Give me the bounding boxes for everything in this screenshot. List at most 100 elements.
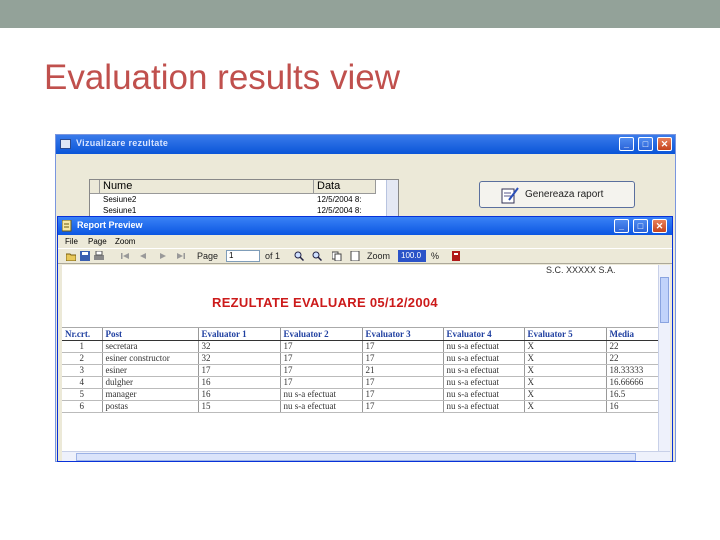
table-cell: 17 [361, 388, 443, 401]
table-cell: 32 [197, 352, 280, 365]
horizontal-scrollbar[interactable] [62, 451, 670, 461]
table-cell: nu s-a efectuat [442, 400, 524, 413]
table-cell: nu s-a efectuat [442, 376, 524, 389]
print-icon[interactable] [94, 251, 104, 261]
slide-title: Evaluation results view [44, 58, 400, 97]
table-header-row: Nr.crt. Post Evaluator 1 Evaluator 2 Evaluat… [62, 327, 658, 341]
grid-corner [90, 180, 100, 194]
zoom-label: Zoom [367, 251, 391, 261]
session-date[interactable]: 12/5/2004 8: [317, 194, 361, 205]
exit-icon[interactable] [451, 251, 461, 261]
table-cell: nu s-a efectuat [442, 364, 524, 377]
table-cell: manager [101, 388, 198, 401]
toolbar: Page 1 of 1 Zoom 100.0 % [58, 248, 672, 264]
table-cell: 4 [62, 376, 102, 389]
page-count-label: of 1 [265, 251, 281, 261]
table-row: 6 postas 15 nu s-a efectuat 17 nu s-a efectua… [62, 400, 658, 413]
table-cell: X [523, 364, 606, 377]
column-header: Evaluator 1 [197, 327, 280, 341]
table-cell: X [523, 340, 606, 353]
table-row: 1 secretara 32 17 17 nu s-a efectuat X 22 [62, 340, 658, 353]
table-row: 4 dulgher 16 17 17 nu s-a efectuat X 16.66666 [62, 376, 658, 389]
session-date[interactable]: 12/5/2004 8: [317, 205, 361, 216]
report-preview-titlebar[interactable]: Report Preview _ □ ✕ [58, 217, 672, 235]
table-cell: 6 [62, 400, 102, 413]
report-preview-title: Report Preview [77, 220, 143, 230]
report-preview-window: Report Preview _ □ ✕ File Page Zoom Page… [57, 216, 673, 462]
report-preview-icon [62, 220, 72, 232]
maximize-button[interactable]: □ [638, 137, 653, 151]
table-cell: 17 [279, 364, 362, 377]
report-heading: REZULTATE EVALUARE 05/12/2004 [212, 295, 438, 310]
open-icon[interactable] [66, 251, 76, 261]
close-button[interactable]: ✕ [657, 137, 672, 151]
table-cell: nu s-a efectuat [442, 352, 524, 365]
table-body: 1 secretara 32 17 17 nu s-a efectuat X 22 2 esine… [62, 340, 658, 413]
sessions-grid[interactable]: Nume Data Sesiune2 12/5/2004 8: Sesiune1… [89, 179, 399, 217]
menu-page[interactable]: Page [88, 235, 107, 248]
minimize-button[interactable]: _ [614, 219, 629, 233]
table-cell: 3 [62, 364, 102, 377]
table-cell: esiner constructor [101, 352, 198, 365]
next-page-icon[interactable] [158, 251, 168, 261]
table-cell: X [523, 400, 606, 413]
slide-top-bar [0, 0, 720, 28]
copy-icon[interactable] [332, 251, 342, 261]
page-label: Page [197, 251, 219, 261]
table-cell: 5 [62, 388, 102, 401]
generate-report-label: Genereaza raport [525, 189, 604, 200]
window-app-icon [60, 139, 71, 149]
table-cell: X [523, 376, 606, 389]
column-header-nume[interactable]: Nume [100, 180, 314, 194]
first-page-icon[interactable] [120, 251, 130, 261]
column-header: Evaluator 2 [279, 327, 362, 341]
company-name: S.C. XXXXX S.A. [546, 265, 616, 275]
zoom-in-icon[interactable] [294, 251, 304, 261]
grid-scrollbar[interactable] [386, 180, 398, 216]
table-cell: 17 [361, 376, 443, 389]
results-window-titlebar[interactable]: Vizualizare rezultate _ □ ✕ [56, 135, 675, 154]
table-cell: nu s-a efectuat [279, 400, 362, 413]
menu-zoom[interactable]: Zoom [115, 235, 135, 248]
table-cell: 17 [279, 340, 362, 353]
table-cell: 1 [62, 340, 102, 353]
vertical-scrollbar[interactable] [658, 265, 670, 451]
menu-file[interactable]: File [65, 235, 78, 248]
session-name[interactable]: Sesiune2 [103, 194, 136, 205]
page-number-field[interactable]: 1 [226, 250, 260, 262]
column-header: Nr.crt. [62, 327, 102, 341]
table-cell: dulgher [101, 376, 198, 389]
vertical-scroll-thumb[interactable] [660, 277, 669, 323]
results-table: Nr.crt. Post Evaluator 1 Evaluator 2 Evaluat… [62, 327, 658, 413]
table-cell: 18.33333 [605, 364, 658, 377]
table-cell: X [523, 352, 606, 365]
zoom-out-icon[interactable] [312, 251, 322, 261]
zoom-percent-label: % [431, 251, 440, 261]
last-page-icon[interactable] [176, 251, 186, 261]
table-cell: 16 [197, 376, 280, 389]
table-cell: secretara [101, 340, 198, 353]
maximize-button[interactable]: □ [633, 219, 648, 233]
close-button[interactable]: ✕ [652, 219, 667, 233]
column-header: Post [101, 327, 198, 341]
session-name[interactable]: Sesiune1 [103, 205, 136, 216]
table-cell: 16.66666 [605, 376, 658, 389]
generate-report-button[interactable]: Genereaza raport [479, 181, 635, 208]
horizontal-scroll-thumb[interactable] [76, 453, 636, 461]
table-cell: 17 [361, 400, 443, 413]
table-cell: 21 [361, 364, 443, 377]
save-icon[interactable] [80, 251, 90, 261]
column-header: Media [605, 327, 658, 341]
minimize-button[interactable]: _ [619, 137, 634, 151]
table-cell: nu s-a efectuat [442, 388, 524, 401]
table-cell: postas [101, 400, 198, 413]
report-page: S.C. XXXXX S.A. REZULTATE EVALUARE 05/12… [62, 265, 658, 451]
column-header-data[interactable]: Data [314, 180, 376, 194]
table-cell: 32 [197, 340, 280, 353]
table-cell: 2 [62, 352, 102, 365]
table-cell: 22 [605, 340, 658, 353]
previous-page-icon[interactable] [138, 251, 148, 261]
zoom-value-field[interactable]: 100.0 [398, 250, 426, 262]
table-cell: 17 [279, 376, 362, 389]
page-width-icon[interactable] [350, 251, 360, 261]
